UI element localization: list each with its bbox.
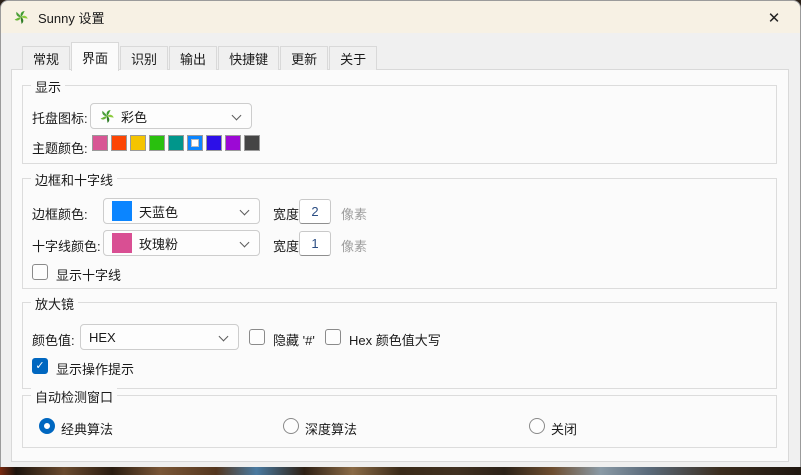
chevron-down-icon — [219, 332, 229, 342]
cross-width-input[interactable]: 1 — [299, 231, 331, 256]
show-tips-label[interactable]: 显示操作提示 — [56, 359, 134, 378]
theme-color-label: 主题颜色: — [32, 138, 88, 157]
theme-swatch-gray[interactable] — [244, 135, 260, 151]
desktop-background-strip — [0, 467, 801, 475]
theme-swatch-orange[interactable] — [111, 135, 127, 151]
tab-output[interactable]: 输出 — [169, 46, 217, 70]
radio-off-label[interactable]: 关闭 — [551, 419, 577, 438]
tab-recognition[interactable]: 识别 — [120, 46, 168, 70]
chevron-down-icon — [240, 206, 250, 216]
radio-classic-algorithm[interactable] — [39, 418, 55, 434]
border-width-input[interactable]: 2 — [299, 199, 331, 224]
tab-bar: 常规 界面 识别 输出 快捷键 更新 关于 — [22, 42, 378, 70]
chevron-down-icon — [240, 238, 250, 248]
cross-color-select[interactable]: 玫瑰粉 — [103, 230, 260, 256]
window-title: Sunny 设置 — [38, 8, 104, 27]
group-display-title: 显示 — [31, 77, 65, 96]
show-crosshair-checkbox[interactable] — [32, 264, 48, 280]
theme-swatch-blue-selected[interactable] — [187, 135, 203, 151]
group-magnifier: 放大镜 颜色值: HEX 隐藏 '#' Hex 颜色值大写 ✓ 显示操作提示 — [22, 302, 777, 389]
theme-swatch-indigo[interactable] — [206, 135, 222, 151]
cross-color-value: 玫瑰粉 — [139, 234, 178, 253]
tray-icon-select[interactable]: 彩色 — [90, 103, 252, 129]
color-format-label: 颜色值: — [32, 330, 75, 349]
cross-color-swatch — [112, 233, 132, 253]
group-auto-detect-title: 自动检测窗口 — [31, 387, 117, 406]
group-border-crosshair: 边框和十字线 边框颜色: 天蓝色 宽度: 2 像素 十字线颜色: 玫瑰粉 宽度:… — [22, 178, 777, 289]
hex-uppercase-label[interactable]: Hex 颜色值大写 — [349, 330, 441, 349]
theme-swatch-yellow[interactable] — [130, 135, 146, 151]
theme-swatch-green[interactable] — [149, 135, 165, 151]
group-auto-detect: 自动检测窗口 经典算法 深度算法 关闭 — [22, 395, 777, 448]
tab-about[interactable]: 关于 — [329, 46, 377, 70]
group-display: 显示 托盘图标: 彩色 主题颜色: — [22, 85, 777, 164]
radio-off[interactable] — [529, 418, 545, 434]
title-bar[interactable]: Sunny 设置 ✕ — [1, 1, 800, 33]
tray-icon-value: 彩色 — [121, 107, 147, 126]
group-border-title: 边框和十字线 — [31, 170, 117, 189]
cross-width-unit: 像素 — [341, 236, 367, 255]
hide-hash-label[interactable]: 隐藏 '#' — [273, 330, 315, 349]
radio-deep-algorithm[interactable] — [283, 418, 299, 434]
close-icon[interactable]: ✕ — [764, 8, 784, 28]
show-crosshair-label[interactable]: 显示十字线 — [56, 265, 121, 284]
tray-color-icon — [99, 108, 115, 124]
group-magnifier-title: 放大镜 — [31, 294, 78, 313]
tab-general[interactable]: 常规 — [22, 46, 70, 70]
color-format-value: HEX — [89, 330, 116, 345]
tab-interface[interactable]: 界面 — [71, 42, 119, 71]
theme-color-swatches — [92, 135, 263, 151]
color-format-select[interactable]: HEX — [80, 324, 239, 350]
border-width-unit: 像素 — [341, 204, 367, 223]
tab-hotkeys[interactable]: 快捷键 — [218, 46, 279, 70]
settings-window: Sunny 设置 ✕ 常规 界面 识别 输出 快捷键 更新 关于 显示 托盘图标… — [0, 0, 801, 468]
border-color-value: 天蓝色 — [139, 202, 178, 221]
theme-swatch-pink[interactable] — [92, 135, 108, 151]
radio-deep-label[interactable]: 深度算法 — [305, 419, 357, 438]
chevron-down-icon — [232, 111, 242, 121]
radio-classic-label[interactable]: 经典算法 — [61, 419, 113, 438]
hex-uppercase-checkbox[interactable] — [325, 329, 341, 345]
cross-color-label: 十字线颜色: — [32, 236, 101, 255]
theme-swatch-teal[interactable] — [168, 135, 184, 151]
show-tips-checkbox[interactable]: ✓ — [32, 358, 48, 374]
tray-icon-label: 托盘图标: — [32, 108, 88, 127]
border-color-label: 边框颜色: — [32, 204, 88, 223]
app-logo-icon — [13, 9, 29, 25]
border-color-select[interactable]: 天蓝色 — [103, 198, 260, 224]
theme-swatch-purple[interactable] — [225, 135, 241, 151]
tab-update[interactable]: 更新 — [280, 46, 328, 70]
hide-hash-checkbox[interactable] — [249, 329, 265, 345]
border-color-swatch — [112, 201, 132, 221]
